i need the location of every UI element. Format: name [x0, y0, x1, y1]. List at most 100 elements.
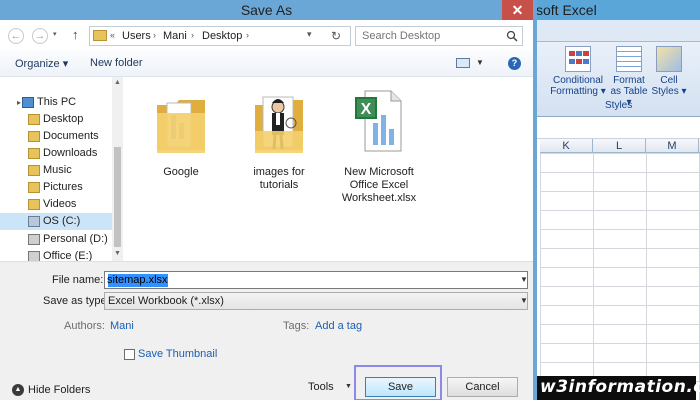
dialog-toolbar: Organize ▾ New folder ▼ ? — [0, 50, 533, 77]
files-pane: Google images for tutorials X New Micros… — [123, 77, 533, 261]
breadcrumb-users[interactable]: Users — [122, 30, 151, 42]
column-header-k[interactable]: K — [540, 139, 593, 153]
save-as-type-select[interactable]: Excel Workbook (*.xlsx) ▼ — [104, 292, 528, 310]
nav-item-os-c[interactable]: OS (C:) — [0, 213, 112, 230]
forward-arrow-icon: → — [34, 30, 46, 42]
conditional-formatting-icon — [565, 46, 591, 72]
nav-item-label: Pictures — [43, 181, 83, 193]
folder-icon — [28, 114, 40, 125]
breadcrumb-separator-icon[interactable]: › — [246, 30, 249, 40]
up-button[interactable]: ↑ — [72, 27, 79, 42]
nav-item-documents[interactable]: Documents — [0, 128, 112, 145]
file-name-input[interactable] — [107, 273, 507, 287]
tools-button[interactable]: Tools — [308, 381, 334, 393]
nav-item-pictures[interactable]: Pictures — [0, 179, 112, 196]
back-button[interactable]: ← — [8, 28, 24, 44]
nav-item-desktop[interactable]: Desktop — [0, 111, 112, 128]
close-button[interactable]: ✕ — [502, 0, 533, 20]
cancel-button[interactable]: Cancel — [447, 377, 518, 397]
nav-item-label: Desktop — [43, 113, 84, 125]
save-thumbnail-label[interactable]: Save Thumbnail — [138, 348, 217, 360]
address-dropdown-chevron-icon[interactable]: ▾ — [307, 29, 312, 40]
file-name-dropdown-chevron-icon[interactable]: ▼ — [520, 275, 528, 284]
file-item-label: images for tutorials — [253, 166, 305, 191]
save-button[interactable]: Save — [365, 377, 436, 397]
nav-item-videos[interactable]: Videos — [0, 196, 112, 213]
tree-expand-icon[interactable]: ▸ — [17, 94, 21, 111]
navigation-pane-scrollbar[interactable]: ▲ ▼ — [112, 77, 123, 261]
scroll-down-icon[interactable]: ▼ — [114, 250, 121, 257]
nav-item-music[interactable]: Music — [0, 162, 112, 179]
drive-icon — [28, 216, 40, 227]
svg-text:X: X — [361, 101, 372, 118]
scrollbar-thumb[interactable] — [114, 147, 121, 247]
tags-value[interactable]: Add a tag — [315, 320, 362, 332]
hide-folders-icon[interactable]: ▲ — [12, 384, 24, 396]
search-box[interactable] — [355, 26, 523, 46]
file-item-label: New Microsoft Office Excel Worksheet.xls… — [341, 166, 417, 204]
excel-ribbon-tabs — [530, 20, 700, 42]
computer-icon — [22, 97, 34, 108]
breadcrumb-separator-icon[interactable]: › — [153, 30, 156, 40]
file-item-label: Google — [163, 166, 199, 178]
nav-item-this-pc[interactable]: ▸ This PC — [0, 94, 112, 111]
authors-label: Authors: — [64, 320, 105, 332]
hide-folders-button[interactable]: Hide Folders — [28, 384, 90, 396]
file-item-google[interactable]: Google — [135, 83, 227, 179]
nav-item-office-e[interactable]: Office (E:) — [0, 248, 112, 261]
drive-icon — [28, 234, 40, 245]
change-view-icon[interactable] — [456, 58, 470, 68]
save-as-type-value: Excel Workbook (*.xlsx) — [108, 295, 224, 307]
excel-title: soft Excel — [536, 2, 597, 18]
conditional-formatting-label-2: Formatting ▾ — [550, 86, 606, 97]
new-folder-button[interactable]: New folder — [90, 57, 143, 69]
tags-label: Tags: — [283, 320, 310, 332]
file-name-label: File name: — [52, 274, 104, 286]
column-header-l[interactable]: L — [593, 139, 646, 153]
nav-item-label: Videos — [43, 198, 77, 210]
save-form: File name: ▼ Save as type: Excel Workboo… — [0, 261, 533, 400]
save-as-type-label: Save as type: — [43, 295, 110, 307]
file-item-new-excel-worksheet[interactable]: X New Microsoft Office Excel Worksheet.x… — [333, 83, 425, 205]
breadcrumb-overflow[interactable]: « — [110, 30, 115, 40]
conditional-formatting-button[interactable]: Conditional Formatting ▾ — [550, 46, 606, 97]
folder-icon — [93, 30, 107, 41]
folder-icon — [28, 182, 40, 193]
folder-icon — [28, 199, 40, 210]
nav-item-label: This PC — [37, 96, 77, 108]
up-arrow-icon: ↑ — [72, 27, 79, 42]
search-input[interactable] — [362, 29, 502, 43]
formula-area — [530, 117, 700, 139]
folder-person-icon — [255, 96, 303, 153]
organize-button[interactable]: Organize ▾ — [15, 57, 68, 70]
tools-chevron-icon[interactable]: ▼ — [345, 383, 352, 390]
cell-styles-button[interactable]: Cell Styles ▾ — [650, 46, 688, 97]
format-as-table-label-1: Format — [613, 75, 645, 86]
folder-icon — [28, 148, 40, 159]
nav-item-label: Personal (D:) — [43, 233, 108, 245]
nav-item-personal-d[interactable]: Personal (D:) — [0, 231, 112, 248]
view-options-chevron-icon[interactable]: ▼ — [476, 58, 484, 67]
nav-item-label: Music — [43, 164, 72, 176]
format-as-table-icon — [616, 46, 642, 72]
forward-button[interactable]: → — [32, 28, 48, 44]
breadcrumb-mani[interactable]: Mani — [163, 30, 187, 42]
breadcrumb-desktop[interactable]: Desktop — [202, 30, 242, 42]
save-thumbnail-checkbox[interactable] — [124, 349, 135, 360]
save-as-type-chevron-icon[interactable]: ▼ — [520, 296, 528, 305]
nav-item-downloads[interactable]: Downloads — [0, 145, 112, 162]
breadcrumb-separator-icon[interactable]: › — [191, 30, 194, 40]
scroll-up-icon[interactable]: ▲ — [114, 79, 121, 86]
help-button[interactable]: ? — [508, 57, 521, 70]
authors-value[interactable]: Mani — [110, 320, 134, 332]
recent-locations-chevron-icon[interactable]: ▾ — [53, 30, 57, 38]
navigation-pane: ▸ This PC Desktop Documents Downloads Mu… — [0, 77, 123, 261]
worksheet-grid[interactable] — [540, 153, 700, 400]
file-item-images-for-tutorials[interactable]: images for tutorials — [233, 83, 325, 192]
dialog-title: Save As — [240, 2, 293, 18]
refresh-icon[interactable]: ↻ — [331, 29, 341, 43]
column-header-m[interactable]: M — [646, 139, 699, 153]
format-as-table-button[interactable]: Format as Table ▾ — [610, 46, 648, 108]
cell-styles-label-2: Styles ▾ — [651, 86, 687, 97]
file-name-field[interactable]: ▼ — [104, 271, 528, 289]
